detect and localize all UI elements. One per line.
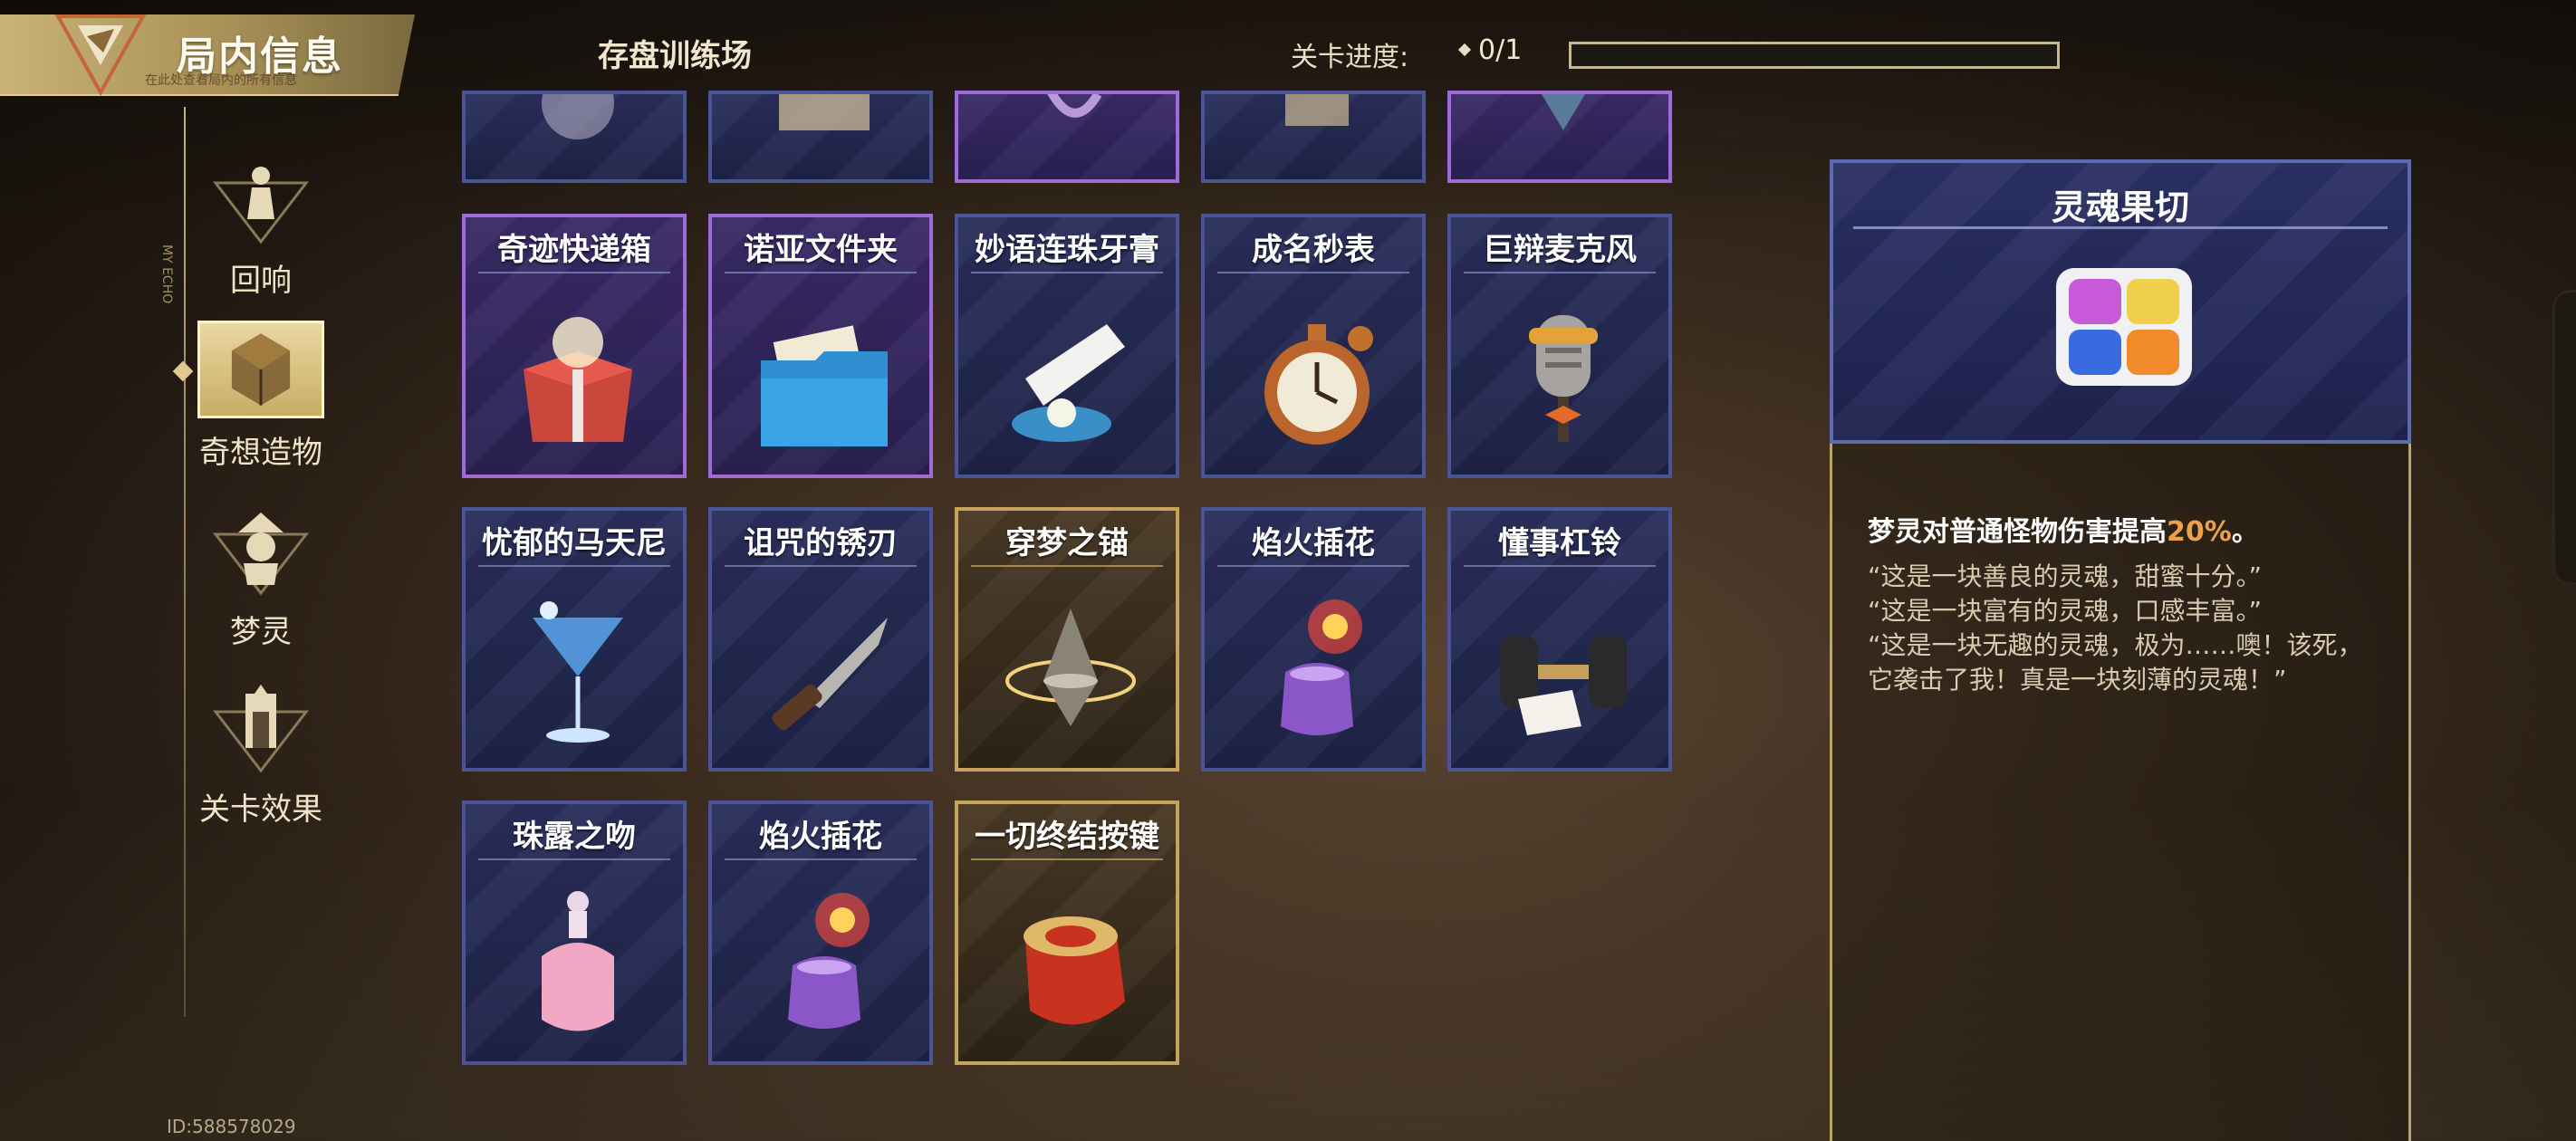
fruit-jelly-icon xyxy=(2056,268,2192,386)
item-name-divider xyxy=(971,858,1163,860)
item-name-divider xyxy=(1217,272,1409,273)
nav-divider xyxy=(184,107,186,1017)
toothpaste-icon xyxy=(1012,324,1125,442)
item-card[interactable]: 奇迹快递箱 xyxy=(462,214,687,478)
nav-item-echo[interactable]: 回响 xyxy=(188,156,333,300)
detail-effect: 梦灵对普通怪物伤害提高20%。 xyxy=(1868,509,2384,549)
effect-value: 20% xyxy=(2167,516,2232,548)
stopwatch-icon xyxy=(1264,324,1373,445)
echo-icon xyxy=(212,167,310,244)
progress-value: 0/1 xyxy=(1478,34,1523,66)
red-button-icon xyxy=(1024,916,1125,1025)
item-name-divider xyxy=(725,858,917,860)
nav-label-echo: 回响 xyxy=(230,263,292,299)
folder-icon xyxy=(761,325,888,446)
item-name: 忧郁的马天尼 xyxy=(482,525,667,561)
effect-prefix: 梦灵对普通怪物伤害提高 xyxy=(1868,516,2167,548)
item-name: 珠露之吻 xyxy=(513,819,636,855)
item-name: 诺亚文件夹 xyxy=(744,232,898,268)
item-card-partial[interactable] xyxy=(462,91,687,183)
detail-description: 梦灵对普通怪物伤害提高20%。 “这是一块善良的灵魂，甜蜜十分。” “这是一块富… xyxy=(1868,509,2384,697)
item-name-divider xyxy=(1464,565,1656,567)
progress-label: 关卡进度: xyxy=(1291,42,1409,73)
item-name: 诅咒的锈刃 xyxy=(744,525,898,561)
item-name-divider xyxy=(478,272,670,273)
player-id: ID:588578029 xyxy=(167,1116,296,1137)
dumbbell-icon xyxy=(1500,636,1627,735)
item-name-divider xyxy=(1464,272,1656,273)
spinning-top-icon xyxy=(1005,609,1136,726)
item-name: 穿梦之锚 xyxy=(1005,525,1129,561)
item-name: 成名秒表 xyxy=(1252,232,1375,268)
detail-title: 灵魂果切 xyxy=(2051,187,2189,227)
item-card[interactable]: 一切终结按键 xyxy=(955,801,1179,1065)
nav-label-dream-spirit: 梦灵 xyxy=(230,614,292,650)
nav-deco-text: MY ECHO xyxy=(159,244,174,304)
side-drawer-handle[interactable] xyxy=(2552,290,2576,585)
item-card-partial[interactable] xyxy=(1447,91,1672,183)
detail-quote: “这是一块善良的灵魂，甜蜜十分。” “这是一块富有的灵魂，口感丰富。” “这是一… xyxy=(1868,561,2363,695)
item-card[interactable]: 诅咒的锈刃 xyxy=(708,507,933,772)
item-card-partial[interactable] xyxy=(955,91,1179,183)
nav-item-level-effect[interactable]: 关卡效果 xyxy=(188,685,333,829)
item-name: 奇迹快递箱 xyxy=(497,232,651,268)
item-card[interactable]: 妙语连珠牙膏 xyxy=(955,214,1179,478)
item-art-icon xyxy=(1285,94,1349,126)
knife-icon xyxy=(772,618,888,731)
item-card[interactable]: 巨辩麦克风 xyxy=(1447,214,1672,478)
level-name: 存盘训练场 xyxy=(598,38,752,74)
firework-vase-icon xyxy=(1281,599,1362,735)
item-name-divider xyxy=(725,272,917,273)
item-name-divider xyxy=(971,565,1163,567)
item-name: 焰火插花 xyxy=(1252,525,1375,561)
martini-icon xyxy=(533,601,623,743)
progress-bar xyxy=(1569,42,2060,69)
item-card[interactable]: 穿梦之锚 xyxy=(955,507,1179,772)
dream-spirit-icon xyxy=(212,513,310,596)
level-effect-icon xyxy=(212,685,310,773)
item-card-partial[interactable] xyxy=(708,91,933,183)
item-card[interactable]: 诺亚文件夹 xyxy=(708,214,933,478)
item-card[interactable]: 成名秒表 xyxy=(1201,214,1426,478)
nav-item-artifact[interactable]: 奇想造物 xyxy=(188,321,333,472)
page-title-subtext: 在此处查看局内的所有信息 xyxy=(145,73,297,88)
item-card[interactable]: 忧郁的马天尼 xyxy=(462,507,687,772)
item-card[interactable]: 焰火插花 xyxy=(1201,507,1426,772)
item-card[interactable]: 焰火插花 xyxy=(708,801,933,1065)
effect-suffix: 。 xyxy=(2231,516,2259,548)
nav-label-artifact: 奇想造物 xyxy=(199,435,322,471)
item-name: 焰火插花 xyxy=(759,819,882,855)
perfume-icon xyxy=(542,891,614,1031)
item-name-divider xyxy=(478,565,670,567)
item-name-divider xyxy=(1217,565,1409,567)
nav-item-dream-spirit[interactable]: 梦灵 xyxy=(188,507,333,651)
detail-title-divider xyxy=(1853,226,2388,229)
detail-header: 灵魂果切 xyxy=(1830,159,2411,444)
item-name: 巨辩麦克风 xyxy=(1483,232,1637,268)
firework-vase-icon xyxy=(788,893,870,1029)
item-art-icon xyxy=(1542,94,1585,130)
item-art-icon xyxy=(1047,94,1102,118)
artifact-icon xyxy=(197,321,324,418)
item-card[interactable]: 懂事杠铃 xyxy=(1447,507,1672,772)
item-name-divider xyxy=(971,272,1163,273)
microphone-icon xyxy=(1529,315,1598,442)
item-name-divider xyxy=(725,565,917,567)
item-card[interactable]: 珠露之吻 xyxy=(462,801,687,1065)
nav-label-level-effect: 关卡效果 xyxy=(199,791,322,828)
diamond-icon xyxy=(1457,43,1472,57)
item-name: 懂事杠铃 xyxy=(1498,525,1621,561)
item-name: 妙语连珠牙膏 xyxy=(975,232,1159,268)
gift-box-icon xyxy=(524,317,632,442)
item-name-divider xyxy=(478,858,670,860)
item-name: 一切终结按键 xyxy=(975,819,1159,855)
emblem-icon xyxy=(54,14,147,97)
item-card-partial[interactable] xyxy=(1201,91,1426,183)
item-art-icon xyxy=(542,94,614,139)
item-art-icon xyxy=(779,94,870,130)
